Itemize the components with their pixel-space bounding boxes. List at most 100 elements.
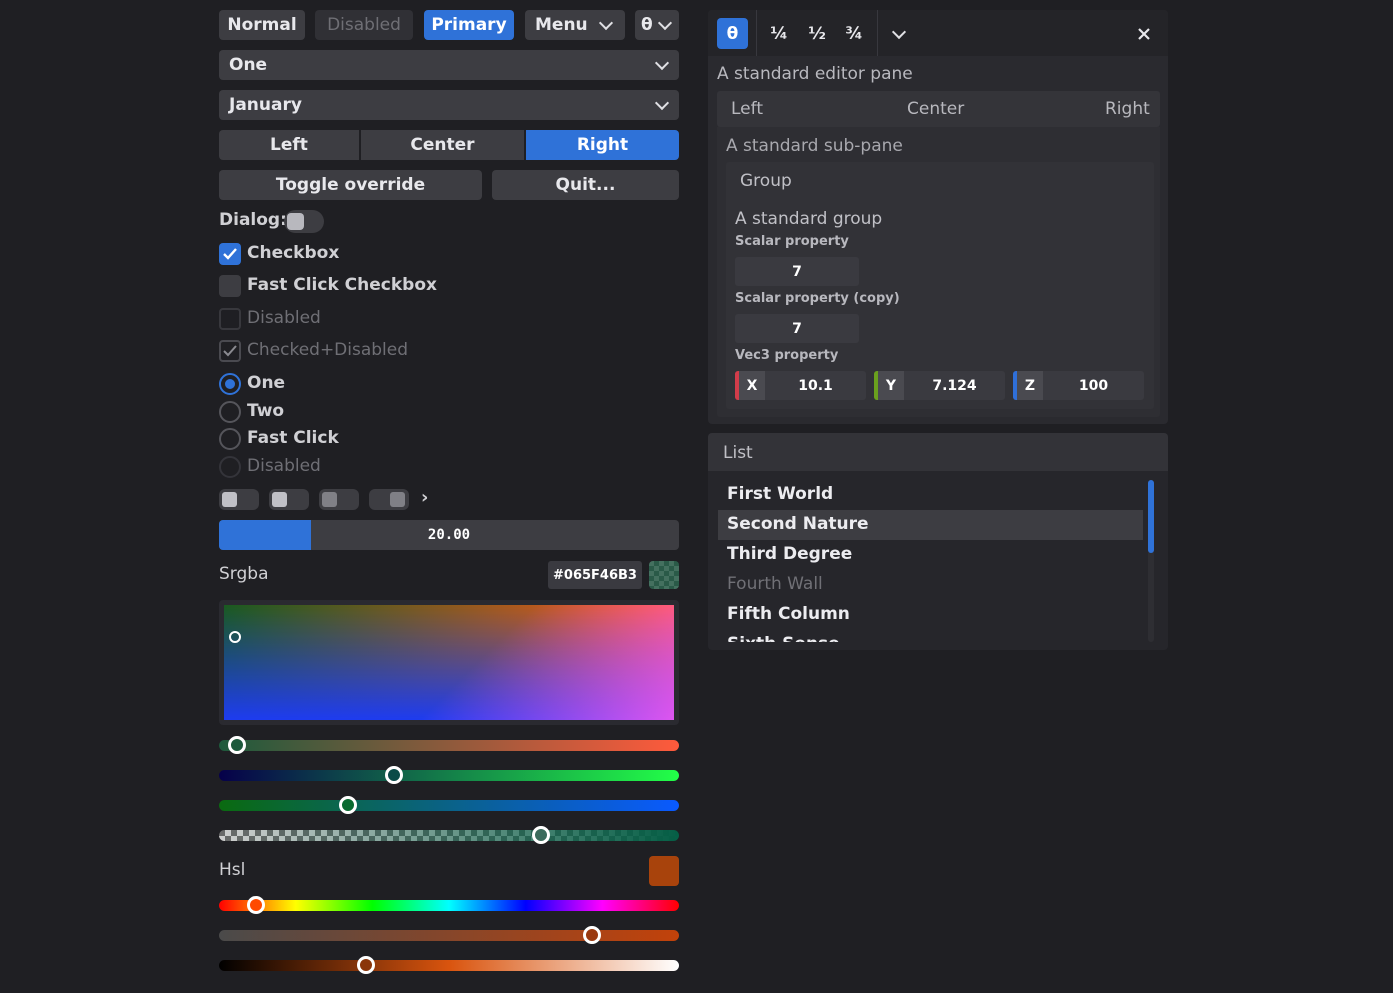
radio-one[interactable] [219, 373, 241, 395]
toggle-override-button[interactable]: Toggle override [219, 170, 482, 200]
toggle-thumb [287, 213, 304, 230]
menu-button[interactable]: Menu [525, 10, 625, 40]
list-title: List [723, 443, 753, 463]
chevron-down-icon [891, 24, 907, 40]
progress-value: 20.00 [427, 527, 471, 543]
dialog-toggle[interactable] [284, 210, 324, 233]
radio-two[interactable] [219, 401, 241, 423]
tab-divider [756, 10, 757, 56]
dialog-label: Dialog: [219, 210, 287, 230]
lightness-slider[interactable] [219, 960, 679, 971]
list-item[interactable]: First World [727, 484, 833, 504]
radio-fast-click-label: Fast Click [247, 428, 339, 448]
vec3-property-label: Vec3 property [735, 348, 839, 363]
x-axis-label: X [739, 371, 765, 400]
toggle-2[interactable] [269, 489, 309, 510]
checked-disabled-checkbox [219, 340, 241, 362]
lightness-slider-knob[interactable] [357, 956, 376, 974]
z-axis-label: Z [1017, 371, 1043, 400]
more-arrow-icon[interactable]: › [421, 487, 428, 508]
list-item[interactable]: Sixth Sense [727, 634, 840, 642]
saturation-slider[interactable] [219, 930, 679, 941]
combo-one[interactable]: One [219, 50, 679, 80]
toggle-thumb [322, 492, 337, 507]
color-picker-area[interactable] [219, 600, 679, 725]
toggle-4[interactable] [369, 489, 409, 510]
disabled-checkbox-label: Disabled [247, 308, 321, 328]
checkbox-checked[interactable] [219, 243, 241, 265]
list-scrollbar-thumb[interactable] [1148, 480, 1154, 553]
chevron-down-icon [598, 15, 614, 31]
radio-fast-click[interactable] [219, 428, 241, 450]
hsl-label: Hsl [219, 860, 246, 880]
scalar-property-label: Scalar property [735, 234, 849, 249]
scalar-property-copy-label: Scalar property (copy) [735, 291, 900, 306]
hue-slider-knob[interactable] [246, 896, 265, 914]
close-button[interactable] [1130, 20, 1158, 48]
combo-month-value: January [229, 95, 302, 115]
fast-click-checkbox[interactable] [219, 275, 241, 297]
combo-month[interactable]: January [219, 90, 679, 120]
disabled-button: Disabled [315, 10, 413, 40]
group-label: Group [740, 171, 792, 191]
toggle-thumb [272, 492, 287, 507]
segment-center[interactable]: Center [361, 130, 524, 160]
color-swatch[interactable] [649, 561, 679, 589]
hue-slider[interactable] [219, 900, 679, 911]
list-item-selected[interactable]: Second Nature [727, 514, 869, 534]
scalar-property-copy-input[interactable]: 7 [735, 314, 859, 343]
theme-menu-button[interactable]: θ [635, 10, 679, 40]
tab-quarter[interactable]: ¼ [762, 18, 796, 49]
alpha-slider-knob[interactable] [532, 826, 550, 844]
toggle-3[interactable] [319, 489, 359, 510]
list-item[interactable]: Fifth Column [727, 604, 850, 624]
list-viewport: First World Second Nature Third Degree F… [709, 472, 1167, 642]
srgba-label: Srgba [219, 564, 269, 584]
fast-click-checkbox-label: Fast Click Checkbox [247, 275, 437, 295]
vec3-z-field[interactable]: Z 100 [1013, 371, 1144, 400]
red-slider[interactable] [219, 740, 679, 751]
scalar-property-input[interactable]: 7 [735, 257, 859, 286]
saturation-slider-knob[interactable] [582, 926, 601, 944]
blue-slider-knob[interactable] [338, 796, 357, 814]
check-icon [223, 345, 237, 357]
tab-half[interactable]: ½ [800, 18, 834, 49]
primary-button[interactable]: Primary [424, 10, 514, 40]
hsl-color-swatch[interactable] [649, 856, 679, 886]
normal-button[interactable]: Normal [219, 10, 305, 40]
y-axis-label: Y [878, 371, 904, 400]
toggle-thumb [222, 492, 237, 507]
chevron-down-icon [654, 95, 670, 111]
menu-label: Menu [535, 15, 588, 35]
tab-three-quarters[interactable]: ¾ [837, 18, 871, 49]
red-slider-knob[interactable] [228, 736, 247, 754]
x-value: 10.1 [798, 377, 833, 394]
quit-button[interactable]: Quit... [492, 170, 679, 200]
list-item-disabled: Fourth Wall [727, 574, 823, 594]
tab-overflow-button[interactable] [885, 20, 913, 48]
z-value: 100 [1078, 377, 1109, 394]
close-icon [1138, 28, 1150, 40]
chevron-down-icon [654, 55, 670, 71]
tab-divider [877, 10, 878, 56]
progress-slider[interactable]: 20.00 [219, 520, 679, 550]
hex-input[interactable]: #065F46B3 [548, 561, 642, 589]
blue-slider[interactable] [219, 800, 679, 811]
check-icon [223, 248, 237, 260]
list-item[interactable]: Third Degree [727, 544, 852, 564]
checkbox-label: Checkbox [247, 243, 340, 263]
green-slider[interactable] [219, 770, 679, 781]
segment-right[interactable]: Right [526, 130, 679, 160]
picker-cursor[interactable] [229, 631, 241, 643]
green-slider-knob[interactable] [384, 766, 403, 784]
tab-theta[interactable]: θ [717, 18, 748, 49]
vec3-y-field[interactable]: Y 7.124 [874, 371, 1005, 400]
segment-left[interactable]: Left [219, 130, 359, 160]
radio-disabled-label: Disabled [247, 456, 321, 476]
header-right: Right [1105, 99, 1150, 119]
alpha-slider[interactable] [219, 830, 679, 841]
vec3-x-field[interactable]: X 10.1 [735, 371, 866, 400]
combo-one-value: One [229, 55, 268, 75]
toggle-1[interactable] [219, 489, 259, 510]
picker-magenta [224, 605, 674, 720]
